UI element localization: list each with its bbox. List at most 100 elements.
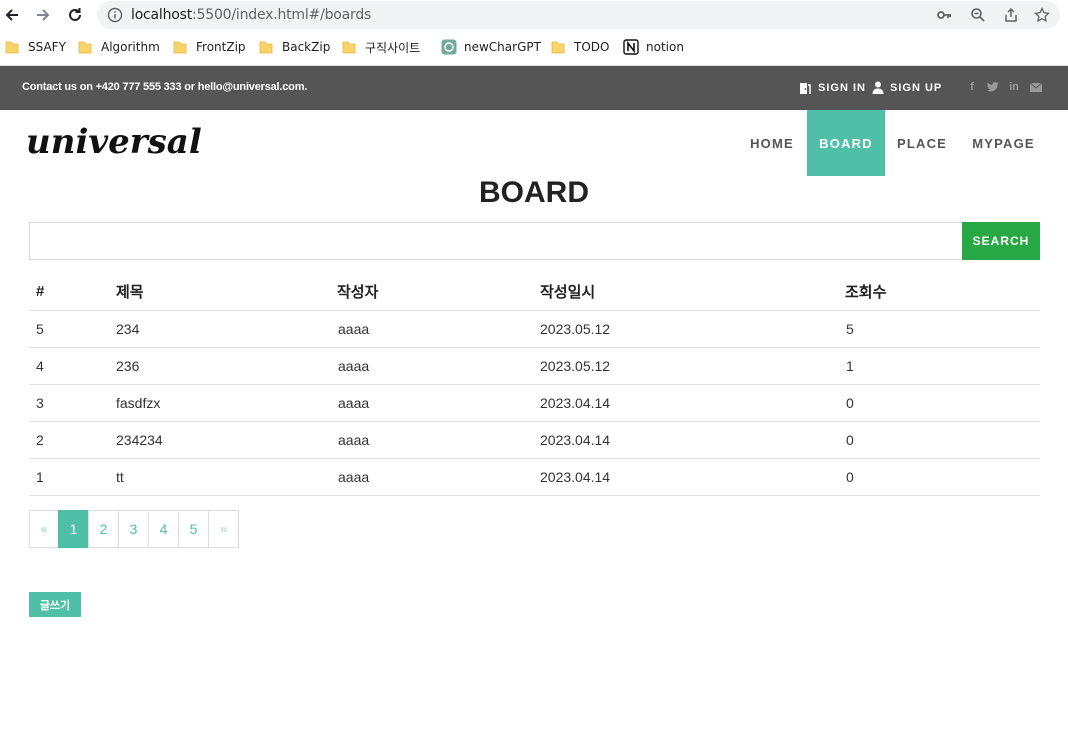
- folder-icon: [173, 39, 187, 55]
- bookmark-job-sites[interactable]: 구직사이트: [342, 36, 420, 58]
- bookmark-label: Algorithm: [101, 40, 160, 54]
- key-icon[interactable]: [935, 6, 953, 24]
- cell-views: 0: [846, 432, 854, 448]
- cell-number: 1: [36, 469, 44, 485]
- cell-author: aaaa: [338, 432, 370, 448]
- notion-icon: [623, 39, 639, 55]
- url-path: :5500/index.html#/boards: [192, 7, 372, 23]
- chatgpt-icon: [441, 39, 457, 55]
- header-number: #: [36, 283, 45, 300]
- bookmark-ssafy[interactable]: SSAFY: [5, 36, 66, 58]
- cell-title[interactable]: 234: [116, 311, 139, 347]
- cell-number: 5: [36, 321, 44, 337]
- nav-mypage[interactable]: MYPAGE: [959, 110, 1048, 176]
- board-table: # 제목 작성자 작성일시 조회수 5 234 aaaa 2023.05.12 …: [29, 273, 1040, 496]
- folder-icon: [551, 39, 565, 55]
- bookmark-label: SSAFY: [28, 40, 66, 54]
- cell-author: aaaa: [338, 321, 370, 337]
- pagination-page-4[interactable]: 4: [148, 510, 179, 548]
- cell-author: aaaa: [338, 395, 370, 411]
- cell-title[interactable]: fasdfzx: [116, 385, 160, 421]
- sign-up-label: SIGN UP: [890, 81, 943, 94]
- reload-icon[interactable]: [64, 4, 86, 26]
- user-icon: [872, 81, 884, 94]
- table-row[interactable]: 1 tt aaaa 2023.04.14 0: [29, 459, 1040, 496]
- cell-views: 0: [846, 395, 854, 411]
- nav-place[interactable]: PLACE: [885, 110, 959, 176]
- site-logo[interactable]: universal: [26, 122, 202, 162]
- top-bar: Contact us on +420 777 555 333 or hello@…: [0, 66, 1068, 110]
- table-row[interactable]: 2 234234 aaaa 2023.04.14 0: [29, 422, 1040, 459]
- folder-icon: [78, 39, 92, 55]
- cell-views: 1: [846, 358, 854, 374]
- bookmark-label: TODO: [574, 40, 610, 54]
- nav-board[interactable]: BOARD: [807, 110, 885, 176]
- bookmark-backzip[interactable]: BackZip: [259, 36, 330, 58]
- pagination-page-3[interactable]: 3: [118, 510, 149, 548]
- table-header-row: # 제목 작성자 작성일시 조회수: [29, 273, 1040, 311]
- pagination-prev[interactable]: «: [29, 510, 59, 548]
- search-button[interactable]: SEARCH: [962, 222, 1040, 260]
- cell-number: 4: [36, 358, 44, 374]
- table-row[interactable]: 5 234 aaaa 2023.05.12 5: [29, 311, 1040, 348]
- cell-number: 2: [36, 432, 44, 448]
- bookmark-todo[interactable]: TODO: [551, 36, 609, 58]
- sign-in-link[interactable]: SIGN IN: [798, 81, 866, 95]
- browser-chrome: localhost:5500/index.html#/boards SSAFY …: [0, 0, 1068, 66]
- cell-date: 2023.04.14: [540, 469, 611, 485]
- pagination-page-1[interactable]: 1: [58, 510, 89, 548]
- share-icon[interactable]: [1002, 6, 1020, 24]
- site-info-icon[interactable]: [107, 7, 123, 23]
- cell-date: 2023.05.12: [540, 358, 611, 374]
- bookmark-label: BackZip: [282, 40, 331, 54]
- url-text: localhost:5500/index.html#/boards: [131, 7, 371, 23]
- table-row[interactable]: 3 fasdfzx aaaa 2023.04.14 0: [29, 385, 1040, 422]
- forward-arrow-icon[interactable]: [32, 4, 54, 26]
- cell-title[interactable]: 234234: [116, 422, 163, 458]
- write-post-button[interactable]: 글쓰기: [29, 592, 81, 617]
- bookmark-notion[interactable]: notion: [623, 36, 684, 58]
- pagination-page-5[interactable]: 5: [178, 510, 209, 548]
- search-input[interactable]: [29, 222, 963, 260]
- address-bar[interactable]: localhost:5500/index.html#/boards: [97, 1, 1060, 29]
- cell-author: aaaa: [338, 469, 370, 485]
- linkedin-icon[interactable]: in: [1008, 81, 1020, 93]
- cell-title[interactable]: 236: [116, 348, 139, 384]
- folder-icon: [259, 39, 273, 55]
- cell-title[interactable]: tt: [116, 459, 124, 495]
- twitter-icon[interactable]: [987, 81, 999, 93]
- nav-home[interactable]: HOME: [737, 110, 807, 176]
- back-arrow-icon[interactable]: [1, 4, 23, 26]
- header-author: 작성자: [337, 284, 379, 301]
- header-date: 작성일시: [540, 284, 596, 301]
- bookmark-newchargpt[interactable]: newCharGPT: [441, 36, 541, 58]
- url-host: localhost: [131, 7, 193, 23]
- mail-icon[interactable]: [1030, 81, 1042, 93]
- folder-icon: [5, 39, 19, 55]
- bookmark-algorithm[interactable]: Algorithm: [78, 36, 160, 58]
- contact-info: Contact us on +420 777 555 333 or hello@…: [22, 81, 308, 93]
- cell-author: aaaa: [338, 358, 370, 374]
- cell-date: 2023.05.12: [540, 321, 611, 337]
- cell-views: 0: [846, 469, 854, 485]
- facebook-icon[interactable]: f: [966, 81, 978, 93]
- page-title: BOARD: [479, 176, 589, 209]
- door-icon: [800, 83, 811, 94]
- header-views: 조회수: [845, 284, 887, 301]
- bookmark-label: FrontZip: [196, 40, 246, 54]
- pagination-page-2[interactable]: 2: [88, 510, 119, 548]
- cell-number: 3: [36, 395, 44, 411]
- bookmark-star-icon[interactable]: [1033, 6, 1051, 24]
- bookmark-label: 구직사이트: [365, 40, 421, 55]
- bookmark-label: notion: [646, 40, 684, 54]
- pagination-next[interactable]: »: [208, 510, 239, 548]
- cell-views: 5: [846, 321, 854, 337]
- bookmark-frontzip[interactable]: FrontZip: [173, 36, 246, 58]
- sign-up-link[interactable]: SIGN UP: [872, 81, 942, 94]
- zoom-icon[interactable]: [969, 6, 987, 24]
- cell-date: 2023.04.14: [540, 432, 611, 448]
- bookmark-label: newCharGPT: [464, 40, 541, 54]
- cell-date: 2023.04.14: [540, 395, 611, 411]
- bookmarks-bar: SSAFY Algorithm FrontZip BackZip 구직사이트 n…: [0, 36, 1068, 58]
- table-row[interactable]: 4 236 aaaa 2023.05.12 1: [29, 348, 1040, 385]
